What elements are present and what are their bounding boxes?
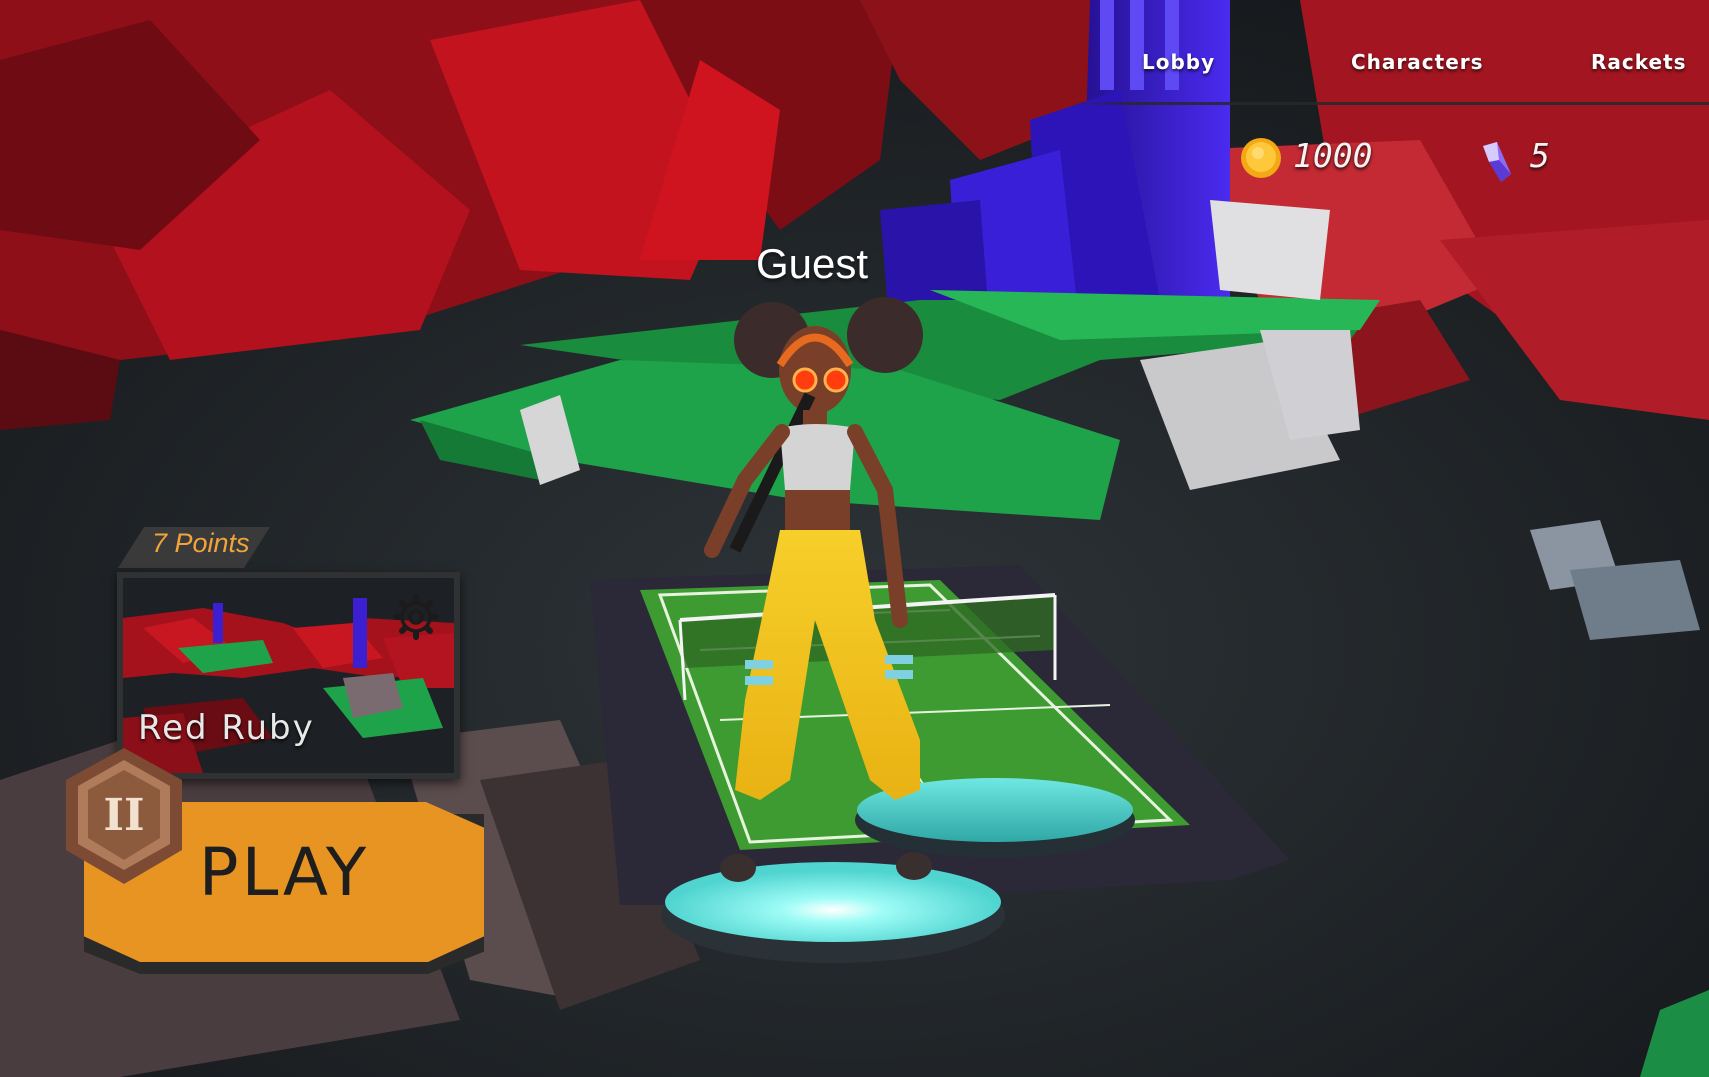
game-lobby-screen: Lobby Characters Rackets 1000 5 Guest 7 … — [0, 0, 1709, 1077]
coin-icon — [1241, 138, 1281, 178]
coin-count: 1000 — [1293, 136, 1373, 175]
level-name: Red Ruby — [138, 708, 315, 748]
gem-count: 5 — [1530, 136, 1550, 175]
tab-characters[interactable]: Characters — [1351, 50, 1484, 74]
points-label: 7 Points — [152, 528, 250, 558]
gear-icon[interactable] — [388, 589, 444, 645]
crystal-icon — [1483, 142, 1511, 182]
player-name: Guest — [756, 240, 869, 287]
tab-rackets[interactable]: Rackets — [1591, 50, 1687, 74]
rank-badge-icon: II — [66, 748, 182, 884]
nav-underline — [1070, 102, 1709, 105]
tab-lobby[interactable]: Lobby — [1142, 50, 1215, 74]
rank-numeral: II — [103, 790, 144, 841]
